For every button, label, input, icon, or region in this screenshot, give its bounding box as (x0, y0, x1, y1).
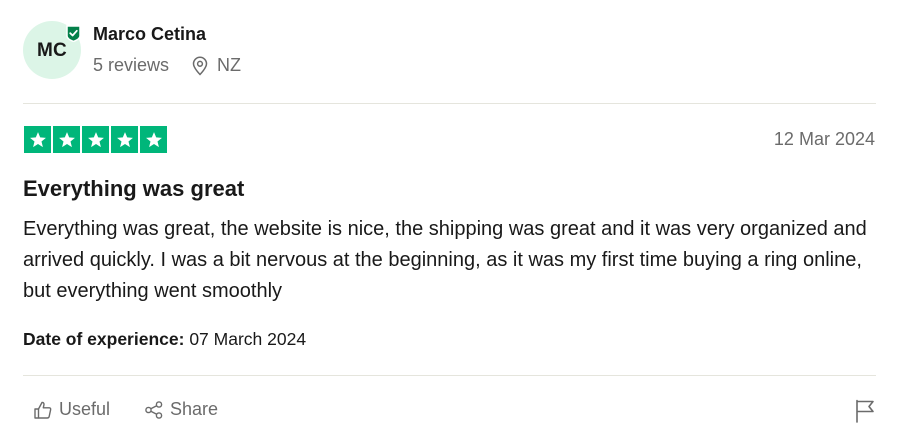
divider (23, 103, 876, 104)
share-label: Share (170, 399, 219, 419)
star-icon (140, 126, 167, 153)
reviews-count: 5 reviews (93, 55, 170, 75)
reviewer-location: NZ (217, 55, 242, 75)
flag-icon[interactable] (854, 399, 876, 423)
review-title[interactable]: Everything was great (23, 176, 244, 202)
review-date: 12 Mar 2024 (773, 129, 875, 149)
divider (23, 375, 876, 376)
star-icon (111, 126, 138, 153)
review-card: MC Marco Cetina 5 reviews NZ 12 Mar 2024… (0, 0, 900, 439)
useful-button[interactable]: Useful (33, 399, 110, 420)
thumbs-up-icon (34, 401, 52, 419)
reviewer-meta: 5 reviews NZ (93, 55, 241, 76)
share-button[interactable]: Share (144, 399, 218, 420)
star-icon (53, 126, 80, 153)
star-icon (24, 126, 51, 153)
star-rating (24, 126, 167, 153)
experience-date: 07 March 2024 (189, 329, 307, 349)
share-icon (145, 400, 163, 419)
reviewer-name[interactable]: Marco Cetina (93, 24, 206, 45)
review-body: Everything was great, the website is nic… (23, 218, 867, 302)
verified-badge-icon (66, 25, 81, 42)
date-of-experience: Date of experience: 07 March 2024 (23, 329, 306, 350)
useful-label: Useful (59, 399, 111, 419)
experience-label: Date of experience: (23, 329, 185, 349)
avatar-initials: MC (37, 40, 67, 61)
star-icon (82, 126, 109, 153)
location-pin-icon (192, 56, 208, 76)
